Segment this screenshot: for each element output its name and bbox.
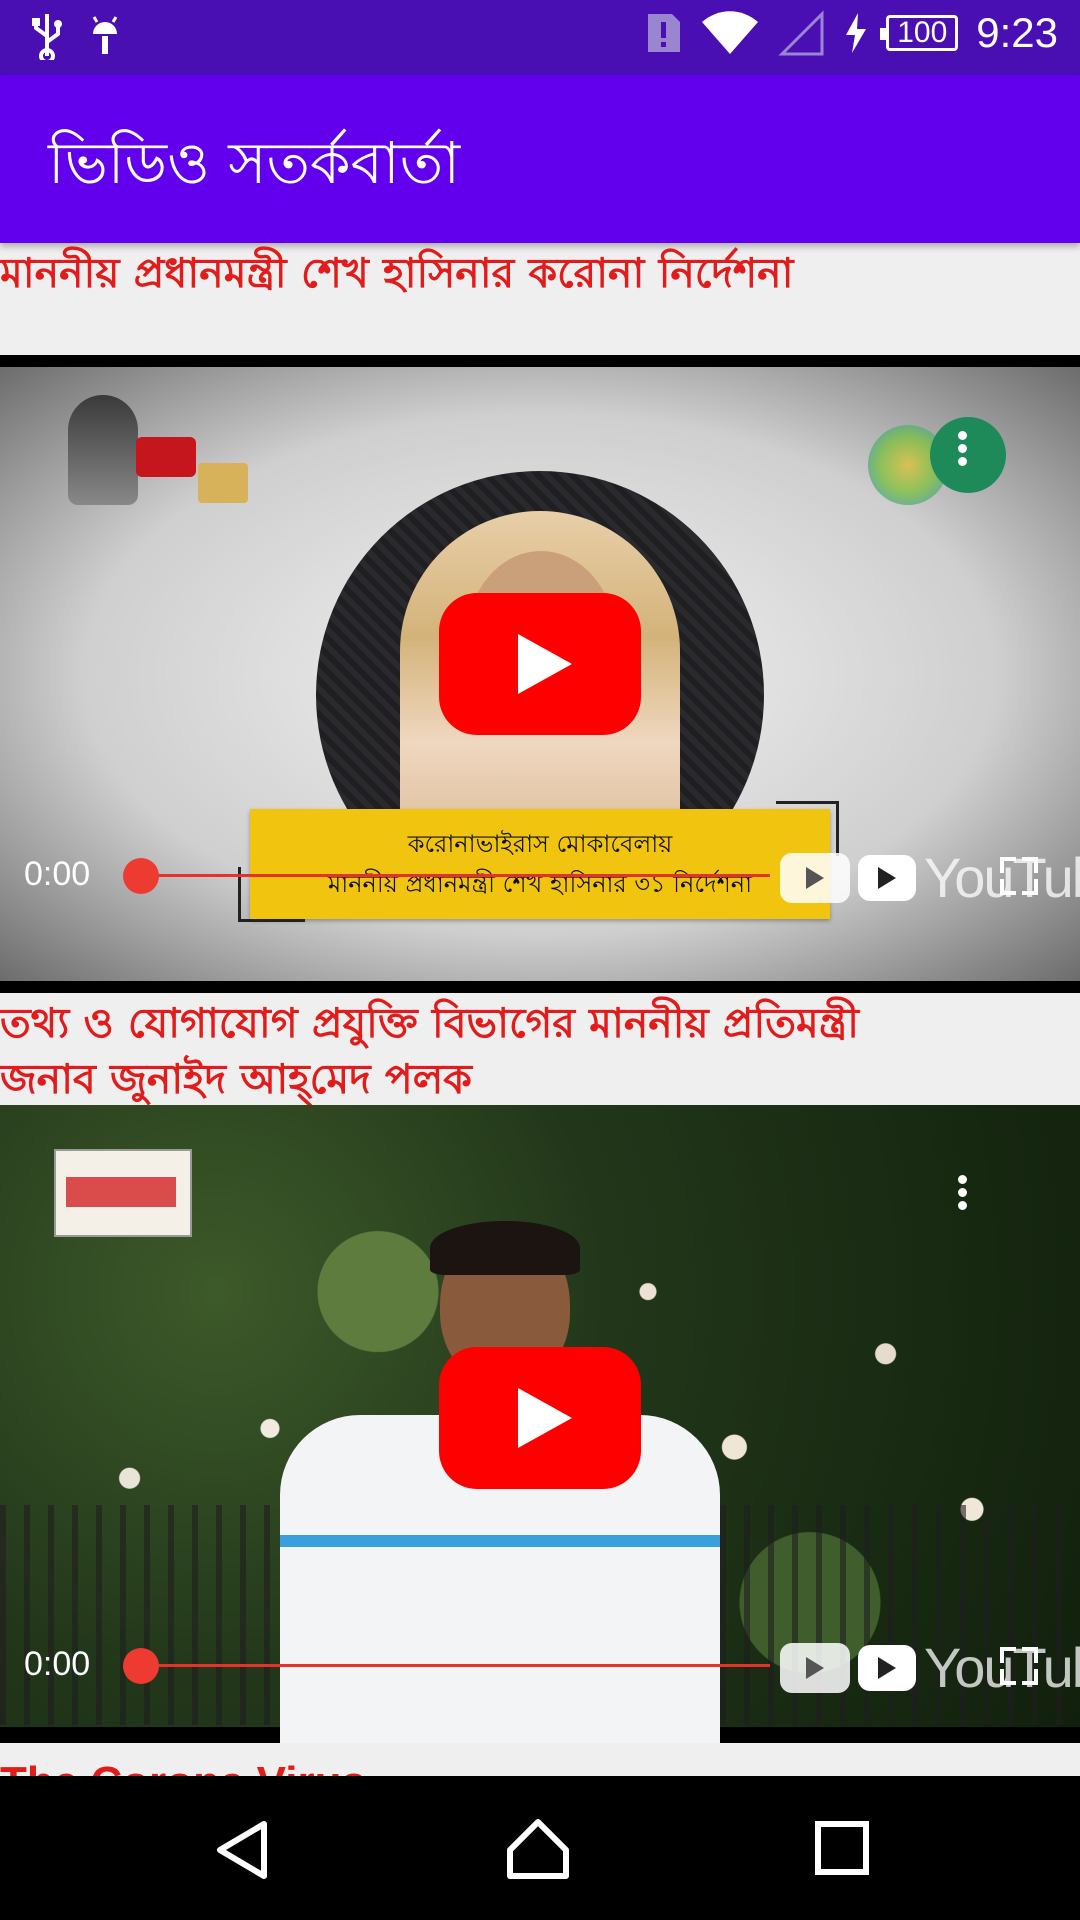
challenge-sign bbox=[54, 1149, 192, 1237]
navigation-bar bbox=[0, 1776, 1080, 1920]
youtube-play-icon bbox=[858, 854, 916, 901]
fullscreen-icon[interactable] bbox=[1000, 1647, 1038, 1685]
youtube-player[interactable]: করোনাভাইরাস মোকাবেলায় মাননীয় প্রধানমন্… bbox=[0, 355, 1080, 993]
recents-icon[interactable] bbox=[814, 1820, 870, 1876]
alert-icon bbox=[648, 14, 681, 52]
progress-track[interactable] bbox=[140, 874, 770, 877]
video-time: 0:00 bbox=[24, 855, 91, 893]
back-icon[interactable] bbox=[212, 1818, 272, 1882]
home-icon[interactable] bbox=[504, 1816, 572, 1882]
list-item: তথ্য ও যোগাযোগ প্রযুক্তি বিভাগের মাননীয়… bbox=[0, 993, 1080, 1105]
play-icon bbox=[518, 1388, 572, 1448]
youtube-logo-icon bbox=[780, 1642, 850, 1693]
video-title-line-2: জনাব জুনাইদ আহ্‌মেদ পলক bbox=[0, 1055, 472, 1103]
play-button[interactable] bbox=[439, 1347, 641, 1489]
progress-knob[interactable] bbox=[123, 858, 159, 894]
charging-icon bbox=[846, 13, 867, 53]
youtube-player[interactable]: 0:00 YouTube bbox=[0, 1105, 1080, 1743]
progress-track[interactable] bbox=[140, 1664, 770, 1667]
play-icon bbox=[518, 634, 572, 694]
more-options-icon[interactable] bbox=[958, 1171, 968, 1214]
video-list[interactable]: মাননীয় প্রধানমন্ত্রী শেখ হাসিনার করোনা … bbox=[0, 243, 1080, 1776]
video-time: 0:00 bbox=[24, 1645, 91, 1683]
status-bar: 100 9:23 bbox=[0, 0, 1080, 75]
video-title: The Corona Virus bbox=[0, 1755, 1080, 1776]
wifi-icon bbox=[702, 11, 759, 54]
signal-icon bbox=[778, 10, 824, 56]
mujib-100-logo bbox=[58, 389, 248, 517]
banner-line-2: মাননীয় প্রধানমন্ত্রী শেখ হাসিনার ৩১ নির… bbox=[327, 870, 753, 898]
campaign-logo bbox=[868, 415, 1008, 505]
video-title: মাননীয় প্রধানমন্ত্রী শেখ হাসিনার করোনা … bbox=[0, 249, 794, 297]
list-item: মাননীয় প্রধানমন্ত্রী শেখ হাসিনার করোনা … bbox=[0, 243, 1080, 355]
youtube-logo-icon bbox=[780, 852, 850, 903]
page-title: ভিডিও সতর্কবার্তা bbox=[48, 129, 461, 197]
android-icon bbox=[92, 16, 118, 54]
usb-icon bbox=[32, 14, 62, 60]
progress-knob[interactable] bbox=[123, 1648, 159, 1684]
list-item: The Corona Virus bbox=[0, 1743, 1080, 1776]
app-bar: ভিডিও সতর্কবার্তা bbox=[0, 75, 1080, 243]
video-title-line-1: তথ্য ও যোগাযোগ প্রযুক্তি বিভাগের মাননীয়… bbox=[0, 999, 859, 1047]
video-banner: করোনাভাইরাস মোকাবেলায় মাননীয় প্রধানমন্… bbox=[250, 809, 830, 919]
play-button[interactable] bbox=[439, 593, 641, 735]
fullscreen-icon[interactable] bbox=[1000, 857, 1038, 895]
more-options-icon[interactable] bbox=[958, 427, 968, 470]
youtube-play-icon bbox=[858, 1644, 916, 1691]
battery-indicator: 100 bbox=[880, 15, 959, 51]
status-time: 9:23 bbox=[976, 9, 1058, 56]
banner-line-1: করোনাভাইরাস মোকাবেলায় bbox=[407, 830, 673, 858]
